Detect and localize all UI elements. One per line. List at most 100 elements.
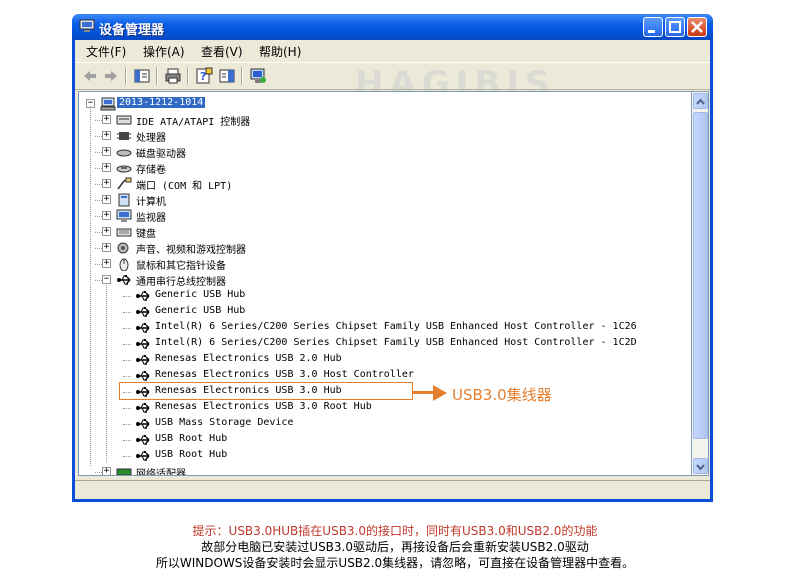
menu-action[interactable]: 操作(A) [143, 43, 185, 60]
menu-bar: 文件(F) 操作(A) 查看(V) 帮助(H) [75, 40, 710, 60]
tree-category-label[interactable]: 监视器 [136, 209, 166, 224]
tree-branch-line [95, 216, 102, 217]
forward-arrow-icon[interactable] [102, 67, 120, 85]
usb-device-row[interactable]: USB Root Hub [79, 432, 639, 448]
properties-icon[interactable] [133, 67, 151, 85]
collapse-toggle[interactable]: − [102, 275, 111, 284]
scroll-down-button[interactable] [693, 458, 708, 474]
menu-help[interactable]: 帮助(H) [259, 43, 301, 60]
tree-category-row[interactable]: + IDE ATA/ATAPI 控制器 [79, 112, 479, 128]
menu-file[interactable]: 文件(F) [86, 43, 126, 60]
expand-toggle[interactable]: + [102, 259, 111, 268]
tree-category-row[interactable]: + 磁盘驱动器 [79, 144, 479, 160]
menu-view[interactable]: 查看(V) [201, 43, 243, 60]
expand-toggle[interactable]: + [102, 211, 111, 220]
tree-category-row[interactable]: + 监视器 [79, 208, 479, 224]
expand-toggle[interactable]: + [102, 243, 111, 252]
title-bar[interactable]: 设备管理器 [72, 14, 713, 40]
scan-hardware-icon[interactable] [249, 67, 267, 85]
usb-device-label[interactable]: Renesas Electronics USB 3.0 Root Hub [155, 401, 372, 412]
view-icon[interactable] [218, 67, 236, 85]
usb-device-label[interactable]: Intel(R) 6 Series/C200 Series Chipset Fa… [155, 337, 637, 348]
tree-category-label[interactable]: 键盘 [136, 225, 156, 240]
tree-root-label[interactable]: 2013-1212-1014 [117, 97, 206, 108]
tree-category-label[interactable]: 存储卷 [136, 161, 166, 176]
usb-device-row[interactable]: USB Root Hub [79, 448, 639, 464]
callout-arrow-line [413, 391, 435, 394]
tree-category-label[interactable]: 通用串行总线控制器 [136, 273, 226, 288]
usb-device-row[interactable]: Generic USB Hub [79, 304, 639, 320]
help-icon[interactable]: ? [195, 67, 213, 85]
window-title: 设备管理器 [99, 23, 165, 38]
expand-toggle[interactable]: + [102, 227, 111, 236]
expand-toggle[interactable]: + [102, 131, 111, 140]
computer-root-icon [100, 97, 116, 111]
expand-toggle[interactable]: + [102, 115, 111, 124]
print-icon[interactable] [164, 67, 182, 85]
tree-category-label[interactable]: 计算机 [136, 193, 166, 208]
close-button[interactable] [687, 17, 707, 37]
tree-category-row[interactable]: + 存储卷 [79, 160, 479, 176]
tree-branch-line [123, 360, 131, 361]
minimize-icon [648, 30, 655, 33]
scroll-up-button[interactable] [693, 93, 708, 109]
usb-device-row[interactable]: Generic USB Hub [79, 288, 639, 304]
minimize-button[interactable] [643, 17, 663, 37]
tree-category-label[interactable]: 鼠标和其它指针设备 [136, 257, 226, 272]
tree-category-row-usb[interactable]: − 通用串行总线控制器 [79, 272, 479, 288]
scroll-thumb[interactable] [693, 112, 708, 439]
usb-device-row[interactable]: Renesas Electronics USB 2.0 Hub [79, 352, 639, 368]
tree-category-row[interactable]: + 处理器 [79, 128, 479, 144]
tree-branch-line [123, 456, 131, 457]
usb-device-row[interactable]: Renesas Electronics USB 3.0 Root Hub [79, 400, 639, 416]
callout-label: USB3.0集线器 [452, 386, 552, 404]
usb-device-label[interactable]: USB Root Hub [155, 433, 227, 444]
sound-icon [117, 242, 129, 254]
window-client-area: HAGIBIS 文件(F) 操作(A) 查看(V) 帮助(H) ? − 2013… [75, 40, 710, 499]
usb-device-row[interactable]: Intel(R) 6 Series/C200 Series Chipset Fa… [79, 336, 639, 352]
usb-device-row[interactable]: Intel(R) 6 Series/C200 Series Chipset Fa… [79, 320, 639, 336]
expand-toggle[interactable]: + [102, 179, 111, 188]
tree-category-label[interactable]: 处理器 [136, 129, 166, 144]
tree-branch-line [95, 136, 102, 137]
note-line-3: 所以WINDOWS设备安装时会显示USB2.0集线器，请忽略，可直接在设备管理器… [155, 556, 635, 570]
expand-toggle[interactable]: + [102, 147, 111, 156]
tree-category-label[interactable]: 声音、视频和游戏控制器 [136, 241, 246, 256]
tree-category-row[interactable]: + 网络适配器 [79, 464, 479, 475]
tree-category-label[interactable]: 网络适配器 [136, 465, 186, 475]
expand-toggle[interactable]: + [102, 163, 111, 172]
usb-device-label[interactable]: USB Mass Storage Device [155, 417, 293, 428]
usb-device-label[interactable]: Renesas Electronics USB 3.0 Host Control… [155, 369, 414, 380]
tree-category-label[interactable]: 端口 (COM 和 LPT) [136, 177, 232, 192]
tree-category-row[interactable]: + 端口 (COM 和 LPT) [79, 176, 479, 192]
tree-category-row[interactable]: + 声音、视频和游戏控制器 [79, 240, 479, 256]
tree-category-label[interactable]: 磁盘驱动器 [136, 145, 186, 160]
tree-category-label[interactable]: IDE ATA/ATAPI 控制器 [136, 113, 250, 128]
tree-root[interactable]: − 2013-1212-1014 [79, 96, 379, 112]
status-bar [75, 480, 710, 500]
expand-toggle[interactable]: + [102, 195, 111, 204]
expand-toggle[interactable]: + [102, 467, 111, 475]
usb-device-icon [136, 291, 150, 301]
usb-controller-icon [117, 275, 131, 285]
tree-branch-line [123, 312, 131, 313]
device-tree[interactable]: − 2013-1212-1014 + IDE ATA/ATAPI 控制器 + 处理器 +… [78, 91, 692, 476]
usb-device-label[interactable]: Renesas Electronics USB 2.0 Hub [155, 353, 342, 364]
tree-category-row[interactable]: + 鼠标和其它指针设备 [79, 256, 479, 272]
usb-device-label[interactable]: Intel(R) 6 Series/C200 Series Chipset Fa… [155, 321, 637, 332]
maximize-button[interactable] [665, 17, 685, 37]
close-icon [691, 21, 703, 33]
usb-device-icon [136, 307, 150, 317]
toolbar-separator [125, 67, 127, 85]
usb-device-label[interactable]: Generic USB Hub [155, 289, 245, 300]
computer-icon [118, 193, 130, 207]
svg-text:?: ? [200, 70, 206, 83]
usb-device-label[interactable]: USB Root Hub [155, 449, 227, 460]
usb-device-label[interactable]: Generic USB Hub [155, 305, 245, 316]
usb-device-row[interactable]: USB Mass Storage Device [79, 416, 639, 432]
tree-category-row[interactable]: + 键盘 [79, 224, 479, 240]
back-arrow-icon[interactable] [81, 67, 99, 85]
tree-category-row[interactable]: + 计算机 [79, 192, 479, 208]
vertical-scrollbar[interactable] [692, 91, 709, 476]
tree-branch-line [95, 120, 102, 121]
